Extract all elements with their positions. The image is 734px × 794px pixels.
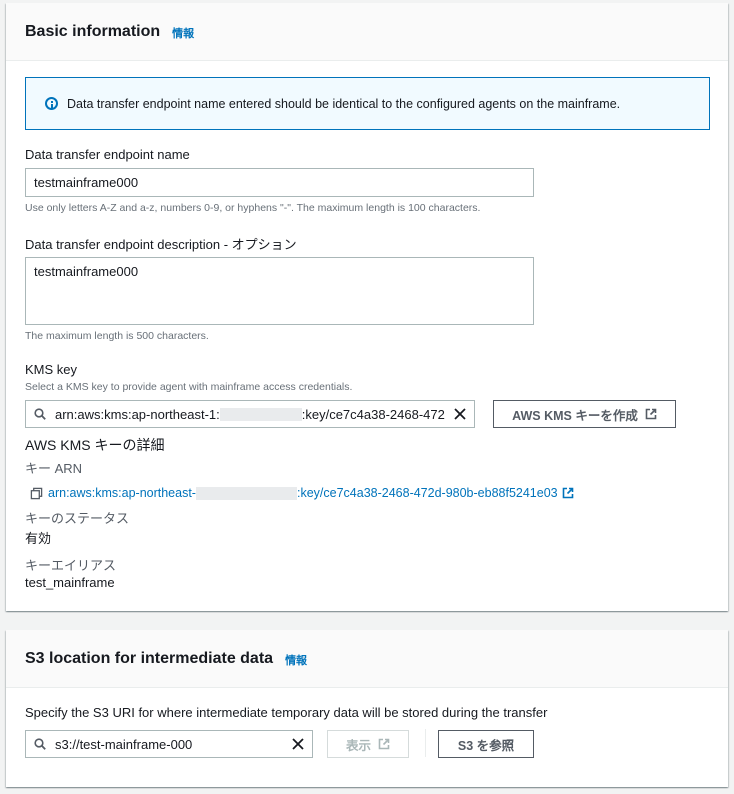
kms-key-hint: Select a KMS key to provide agent with m… [25, 381, 353, 393]
info-link[interactable]: 情報 [285, 652, 307, 668]
s3-uri-search[interactable]: s3://test-mainframe-000 [25, 730, 313, 758]
endpoint-name-input[interactable] [25, 168, 534, 197]
endpoint-description-hint: The maximum length is 500 characters. [25, 330, 209, 342]
kms-key-value: arn:aws:kms:ap-northeast-1::key/ce7c4a38… [55, 406, 445, 422]
info-icon [45, 97, 58, 110]
kms-details-title: AWS KMS キーの詳細 [25, 437, 165, 453]
kms-key-label: KMS key [25, 362, 78, 377]
view-button[interactable]: 表示 [327, 730, 409, 758]
s3-uri-value: s3://test-mainframe-000 [55, 736, 193, 752]
create-kms-key-button[interactable]: AWS KMS キーを作成 [493, 400, 676, 428]
redacted-account [219, 407, 302, 421]
copy-icon[interactable] [30, 487, 43, 500]
divider [425, 729, 426, 757]
external-link-icon [645, 408, 657, 420]
key-arn-label: キー ARN [25, 461, 83, 476]
search-icon [34, 738, 46, 750]
external-link-icon [378, 738, 390, 750]
browse-s3-button[interactable]: S3 を参照 [438, 730, 534, 758]
key-status-label: キーのステータス [25, 511, 130, 526]
alert-text: Data transfer endpoint name entered shou… [67, 96, 621, 111]
info-link[interactable]: 情報 [172, 25, 194, 41]
panel-header: Basic information 情報 [6, 3, 728, 61]
info-alert: Data transfer endpoint name entered shou… [25, 77, 710, 130]
search-icon [34, 408, 46, 420]
clear-icon[interactable] [453, 407, 467, 421]
key-alias-value: test_mainframe [25, 575, 115, 590]
external-link-icon [562, 487, 573, 499]
endpoint-description-label: Data transfer endpoint description - オプシ… [25, 237, 297, 252]
panel-title: Basic information [25, 22, 161, 40]
endpoint-name-label: Data transfer endpoint name [25, 147, 190, 162]
endpoint-description-textarea[interactable]: testmainframe000 [25, 257, 534, 325]
key-alias-label: キーエイリアス [25, 558, 117, 573]
endpoint-name-hint: Use only letters A-Z and a-z, numbers 0-… [25, 202, 481, 214]
panel-header: S3 location for intermediate data 情報 [6, 630, 728, 688]
key-status-value: 有効 [25, 531, 52, 546]
redacted-account [195, 486, 297, 500]
kms-key-search[interactable]: arn:aws:kms:ap-northeast-1::key/ce7c4a38… [25, 400, 475, 428]
key-arn-link[interactable]: arn:aws:kms:ap-northeast-:key/ce7c4a38-2… [30, 486, 574, 500]
panel-title: S3 location for intermediate data [25, 649, 274, 667]
s3-location-panel: S3 location for intermediate data 情報 Spe… [6, 630, 728, 787]
basic-information-panel: Basic information 情報 Data transfer endpo… [6, 3, 728, 611]
clear-icon[interactable] [291, 737, 305, 751]
s3-uri-description: Specify the S3 URI for where intermediat… [25, 705, 548, 720]
